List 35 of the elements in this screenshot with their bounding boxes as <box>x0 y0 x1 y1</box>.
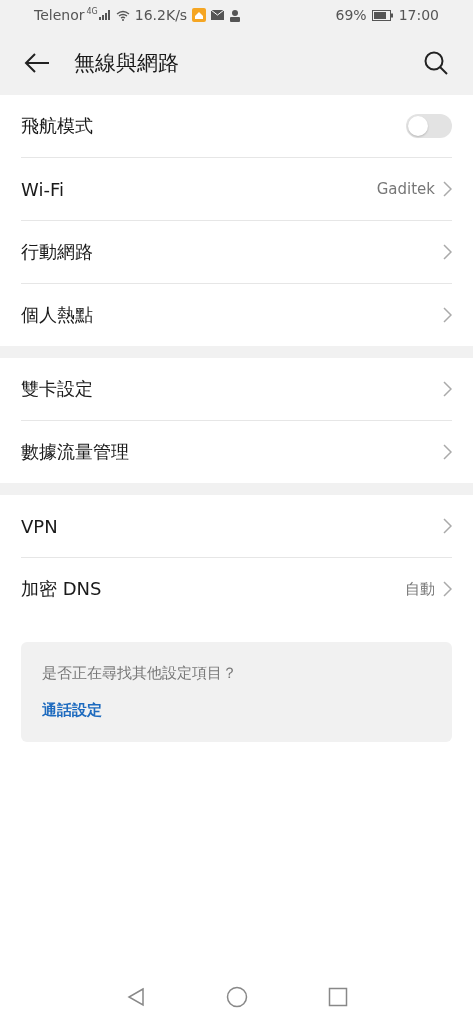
chevron-icon <box>443 444 452 460</box>
back-nav-icon[interactable] <box>125 986 146 1007</box>
chevron-icon <box>443 581 452 597</box>
clock: 17:00 <box>398 7 439 23</box>
mail-icon <box>211 10 225 20</box>
chevron-icon <box>443 181 452 197</box>
network-type: 4G <box>86 7 98 16</box>
suggestion-text: 是否正在尋找其他設定項目？ <box>42 664 237 683</box>
app-notification-icon <box>192 8 207 22</box>
carrier-name: Telenor <box>34 7 85 23</box>
toggle-switch[interactable] <box>406 114 452 138</box>
person-icon <box>229 8 242 22</box>
search-icon[interactable] <box>423 49 449 76</box>
home-icon[interactable] <box>225 985 248 1008</box>
chevron-icon <box>443 307 452 323</box>
settings-item[interactable]: 個人熱點 <box>21 284 452 346</box>
network-speed: 16.2K/s <box>134 7 188 23</box>
chevron-icon <box>443 381 452 397</box>
settings-item[interactable]: 加密 DNS 自動 <box>21 558 452 620</box>
page-title: 無線與網路 <box>74 49 179 77</box>
settings-item[interactable]: 行動網路 <box>21 221 452 284</box>
signal-icon <box>98 10 111 20</box>
settings-item[interactable]: 數據流量管理 <box>21 421 452 483</box>
recents-icon[interactable] <box>327 986 348 1007</box>
wifi-icon <box>115 9 130 21</box>
call-settings-link[interactable]: 通話設定 <box>42 701 102 720</box>
battery-icon <box>371 9 394 21</box>
settings-item[interactable]: 雙卡設定 <box>21 358 452 421</box>
battery-percent: 69% <box>335 7 367 23</box>
settings-item[interactable]: Wi-Fi Gaditek <box>21 158 452 221</box>
chevron-icon <box>443 518 452 534</box>
settings-item[interactable]: VPN <box>21 495 452 558</box>
chevron-icon <box>443 244 452 260</box>
settings-item[interactable]: 飛航模式 <box>21 95 452 158</box>
back-icon[interactable] <box>24 51 50 74</box>
